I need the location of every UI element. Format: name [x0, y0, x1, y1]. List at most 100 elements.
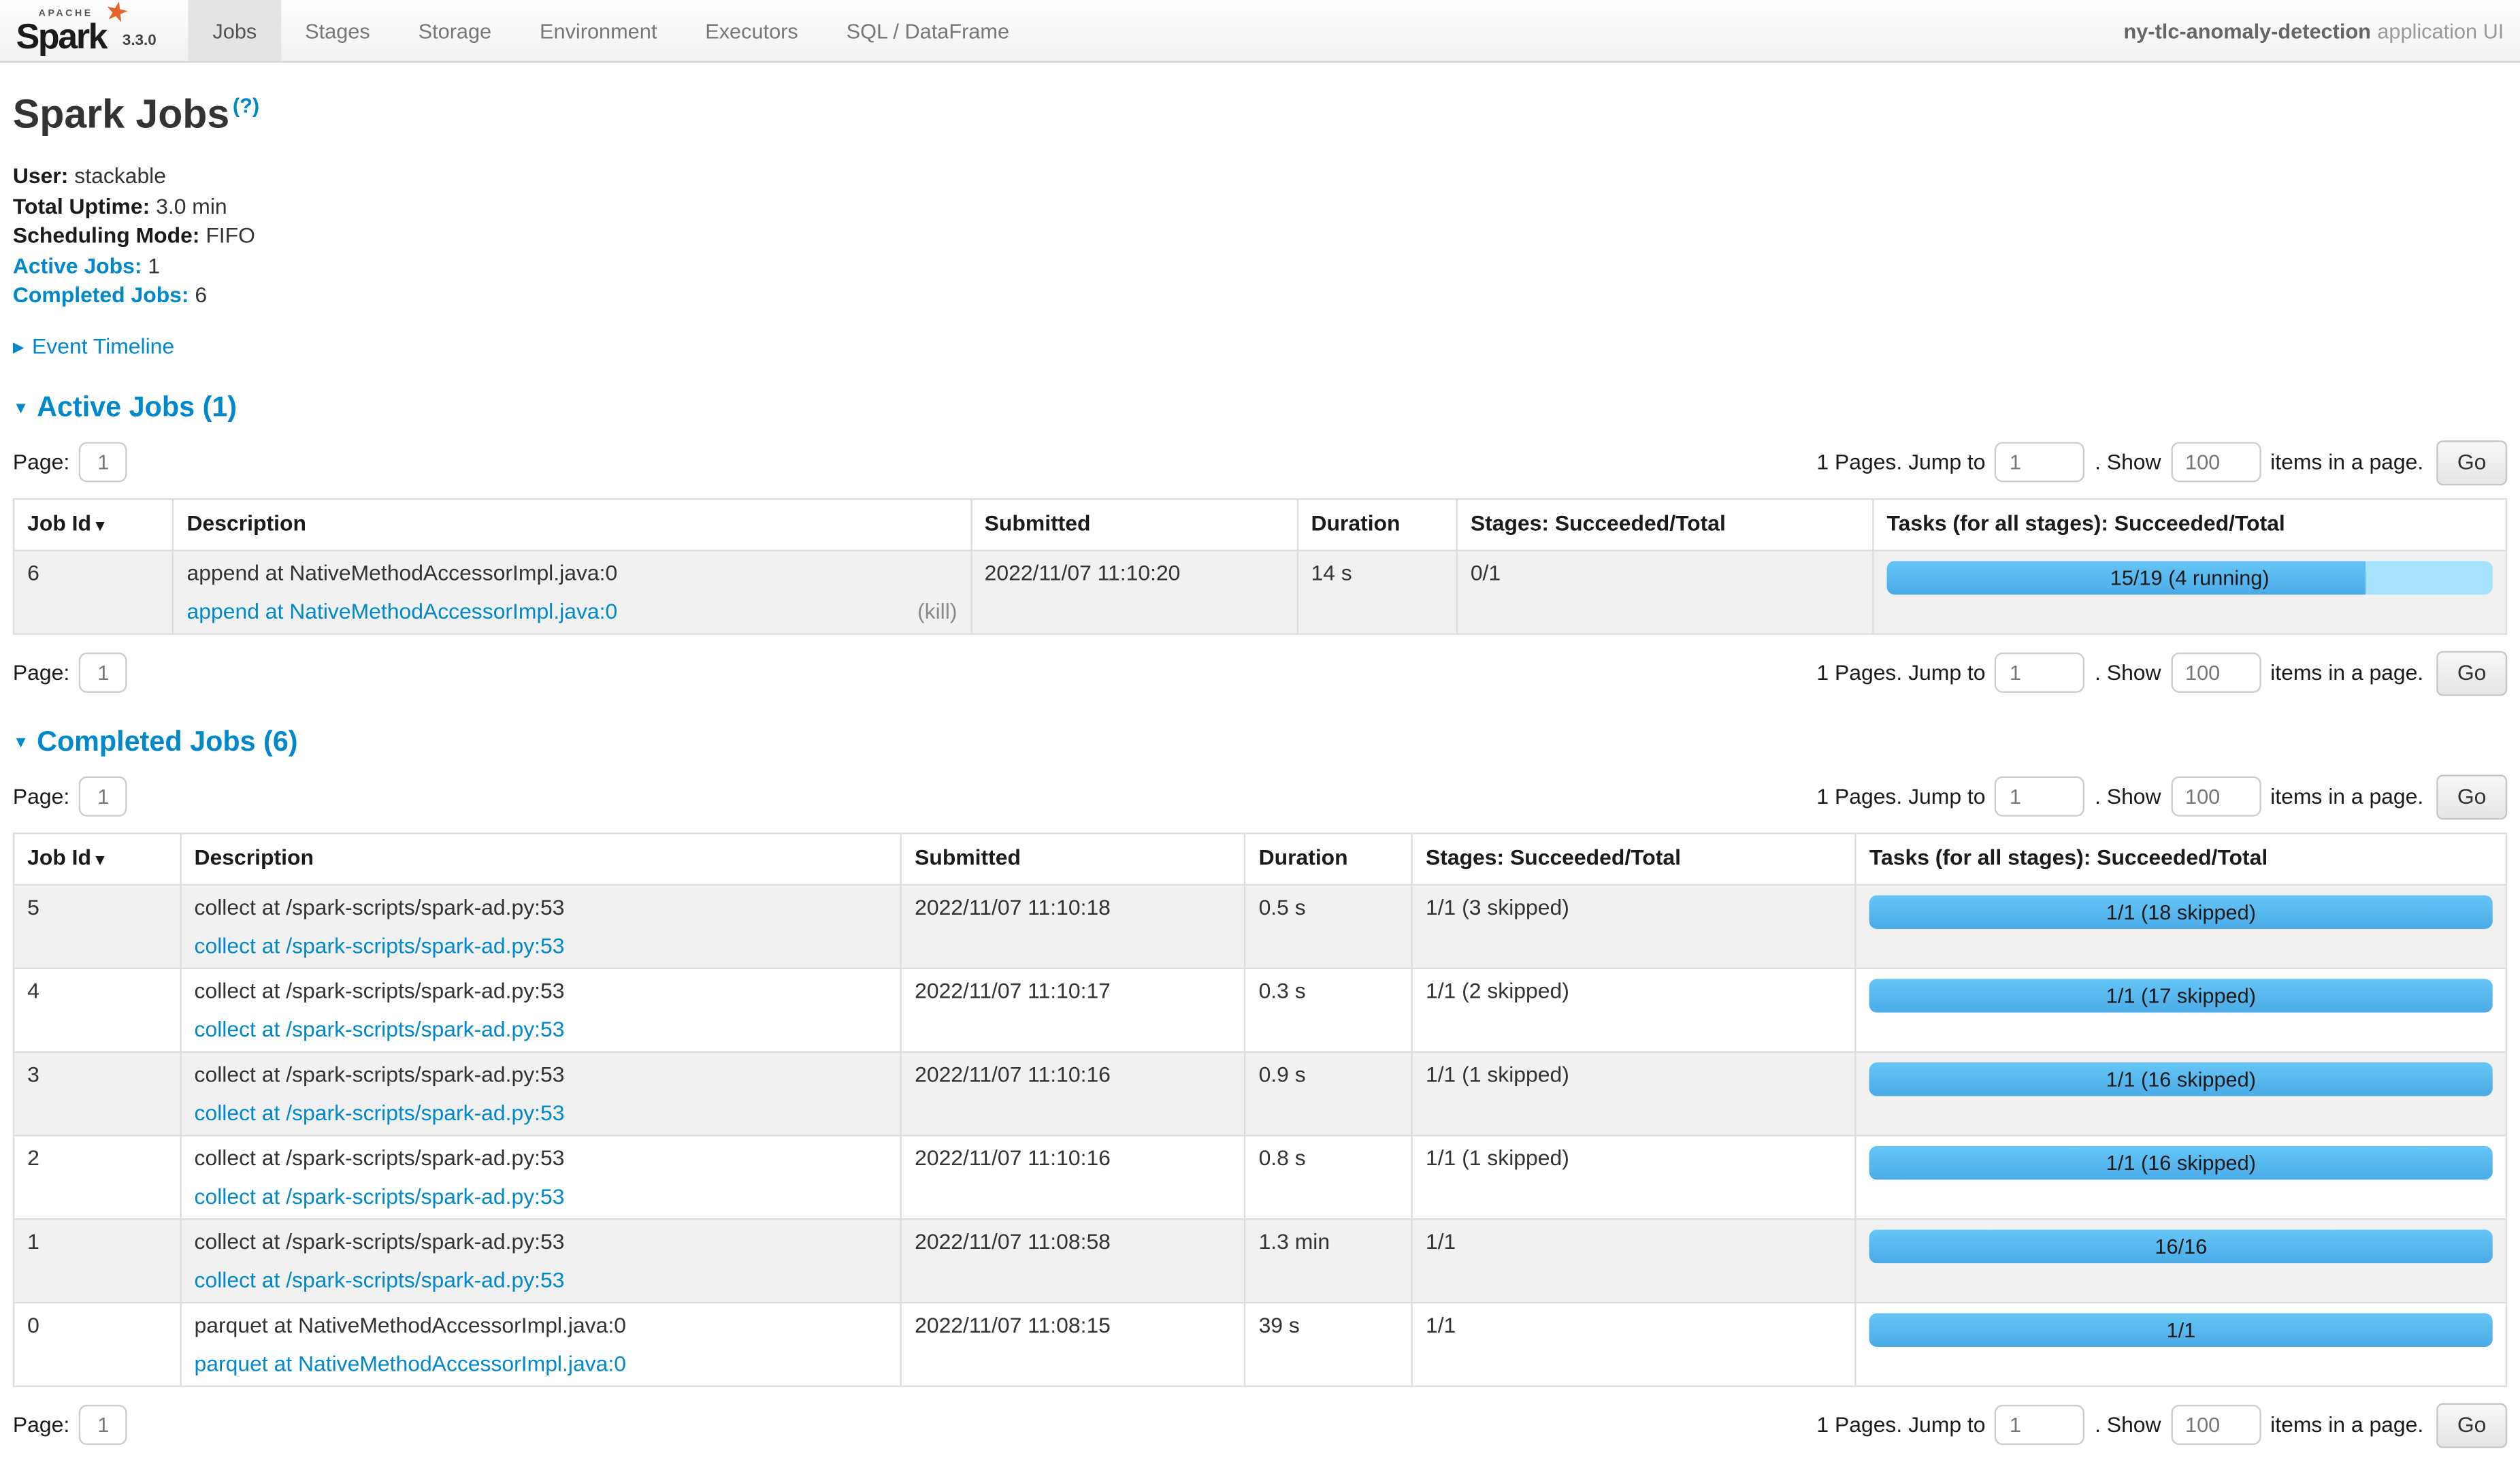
page-title-text: Spark Jobs — [13, 92, 229, 137]
page-input[interactable] — [79, 1405, 127, 1446]
job-description-link[interactable]: append at NativeMethodAccessorImpl.java:… — [187, 599, 618, 623]
job-description: append at NativeMethodAccessorImpl.java:… — [187, 561, 958, 585]
col-header-description[interactable]: Description — [173, 499, 970, 551]
go-button[interactable]: Go — [2436, 1403, 2507, 1448]
duration-cell: 0.5 s — [1245, 885, 1412, 968]
tab-sql-dataframe[interactable]: SQL / DataFrame — [822, 0, 1033, 61]
show-items-input[interactable] — [2171, 442, 2261, 483]
col-header-tasks[interactable]: Tasks (for all stages): Succeeded/Total — [1873, 499, 2506, 551]
job-id-cell: 4 — [14, 968, 180, 1052]
spark-logo[interactable]: APACHE Spark ★ 3.3.0 — [0, 0, 166, 61]
col-header-submitted[interactable]: Submitted — [971, 499, 1298, 551]
submitted-cell: 2022/11/07 11:10:17 — [901, 968, 1245, 1052]
completed-jobs-heading: Completed Jobs (6) — [37, 725, 298, 757]
page-input[interactable] — [79, 653, 127, 694]
job-id-cell: 1 — [14, 1219, 180, 1303]
help-link[interactable]: (?) — [233, 93, 259, 117]
tab-executors[interactable]: Executors — [681, 0, 822, 61]
job-description: collect at /spark-scripts/spark-ad.py:53 — [195, 1229, 887, 1253]
jump-to-input[interactable] — [1995, 653, 2085, 694]
page-label: Page: — [13, 451, 69, 474]
tasks-cell: 1/1 (17 skipped) — [1856, 968, 2506, 1052]
job-description-link[interactable]: collect at /spark-scripts/spark-ad.py:53 — [195, 1017, 565, 1041]
tasks-progress-bar: 1/1 (17 skipped) — [1869, 979, 2493, 1013]
stages-cell: 1/1 — [1412, 1303, 1856, 1386]
page-label: Page: — [13, 785, 69, 809]
active-jobs-section-toggle[interactable]: ▼Active Jobs (1) — [13, 390, 2507, 424]
submitted-cell: 2022/11/07 11:08:15 — [901, 1303, 1245, 1386]
job-description-link[interactable]: collect at /spark-scripts/spark-ad.py:53 — [195, 1101, 565, 1124]
uptime-value: 3.0 min — [156, 194, 227, 218]
show-items-input[interactable] — [2171, 653, 2261, 694]
col-header-stages[interactable]: Stages: Succeeded/Total — [1457, 499, 1873, 551]
job-description-cell: collect at /spark-scripts/spark-ad.py:53… — [180, 1052, 901, 1135]
expanded-arrow-icon: ▼ — [13, 400, 29, 418]
col-header-job-id[interactable]: Job Id▾ — [14, 499, 173, 551]
col-header-stages[interactable]: Stages: Succeeded/Total — [1412, 833, 1856, 885]
duration-cell: 14 s — [1297, 550, 1456, 634]
jump-to-input[interactable] — [1995, 777, 2085, 817]
page-input[interactable] — [79, 442, 127, 483]
table-row: 0 parquet at NativeMethodAccessorImpl.jav… — [14, 1303, 2506, 1386]
job-description-link[interactable]: collect at /spark-scripts/spark-ad.py:53 — [195, 934, 565, 958]
tasks-progress-label: 1/1 (16 skipped) — [1869, 1062, 2493, 1096]
pagination-bar: Page: 1 Pages. Jump to . Show items in a… — [13, 440, 2507, 485]
tasks-progress-label: 1/1 (17 skipped) — [1869, 979, 2493, 1013]
pagination-bar: Page: 1 Pages. Jump to . Show items in a… — [13, 651, 2507, 696]
stages-cell: 1/1 (1 skipped) — [1412, 1052, 1856, 1135]
duration-cell: 39 s — [1245, 1303, 1412, 1386]
kill-link[interactable]: (kill) — [917, 599, 957, 623]
job-id-cell: 6 — [14, 550, 173, 634]
go-button[interactable]: Go — [2436, 651, 2507, 696]
active-jobs-link[interactable]: Active Jobs: — [13, 254, 142, 278]
navbar: APACHE Spark ★ 3.3.0 Jobs Stages Storage… — [0, 0, 2520, 63]
job-description-cell: append at NativeMethodAccessorImpl.java:… — [173, 550, 970, 634]
col-header-duration[interactable]: Duration — [1297, 499, 1456, 551]
duration-cell: 0.9 s — [1245, 1052, 1412, 1135]
stages-cell: 1/1 (3 skipped) — [1412, 885, 1856, 968]
tab-stages[interactable]: Stages — [281, 0, 394, 61]
show-items-input[interactable] — [2171, 1405, 2261, 1446]
pages-info: 1 Pages. Jump to — [1816, 785, 1985, 809]
completed-jobs-section-toggle[interactable]: ▼Completed Jobs (6) — [13, 725, 2507, 759]
job-summary: User: stackable Total Uptime: 3.0 min Sc… — [13, 163, 2507, 311]
job-description-link[interactable]: collect at /spark-scripts/spark-ad.py:53 — [195, 1184, 565, 1208]
tasks-progress-bar: 15/19 (4 running) — [1887, 561, 2493, 595]
job-description-line2: parquet at NativeMethodAccessorImpl.java… — [195, 1352, 887, 1375]
col-header-duration[interactable]: Duration — [1245, 833, 1412, 885]
show-items-input[interactable] — [2171, 777, 2261, 817]
scheduling-mode-value: FIFO — [206, 224, 255, 248]
pages-info: 1 Pages. Jump to — [1816, 451, 1985, 474]
job-id-cell: 0 — [14, 1303, 180, 1386]
table-row: 3collect at /spark-scripts/spark-ad.py:5… — [14, 1052, 2506, 1135]
tab-jobs[interactable]: Jobs — [189, 0, 281, 61]
uptime-label: Total Uptime: — [13, 194, 150, 218]
tab-environment[interactable]: Environment — [516, 0, 681, 61]
show-label: . Show — [2095, 785, 2161, 809]
go-button[interactable]: Go — [2436, 775, 2507, 819]
col-header-submitted[interactable]: Submitted — [901, 833, 1245, 885]
job-description-cell: collect at /spark-scripts/spark-ad.py:53… — [180, 1135, 901, 1219]
col-header-job-id[interactable]: Job Id▾ — [14, 833, 180, 885]
job-id-cell: 5 — [14, 885, 180, 968]
jump-to-input[interactable] — [1995, 442, 2085, 483]
submitted-cell: 2022/11/07 11:08:58 — [901, 1219, 1245, 1303]
job-description-link[interactable]: collect at /spark-scripts/spark-ad.py:53 — [195, 1268, 565, 1292]
tab-storage[interactable]: Storage — [394, 0, 515, 61]
event-timeline-toggle[interactable]: ▶Event Timeline — [13, 334, 2507, 358]
jump-to-input[interactable] — [1995, 1405, 2085, 1446]
page-input[interactable] — [79, 777, 127, 817]
tasks-progress-bar: 1/1 (18 skipped) — [1869, 895, 2493, 929]
active-jobs-count: 1 — [148, 254, 160, 278]
go-button[interactable]: Go — [2436, 440, 2507, 485]
col-header-description[interactable]: Description — [180, 833, 901, 885]
completed-jobs-link[interactable]: Completed Jobs: — [13, 283, 189, 307]
job-description-line2: collect at /spark-scripts/spark-ad.py:53 — [195, 1101, 887, 1124]
items-label: items in a page. — [2270, 1414, 2423, 1437]
show-label: . Show — [2095, 1414, 2161, 1437]
col-header-tasks[interactable]: Tasks (for all stages): Succeeded/Total — [1856, 833, 2506, 885]
col-header-job-id-text: Job Id — [27, 845, 91, 869]
job-description-link[interactable]: parquet at NativeMethodAccessorImpl.java… — [195, 1352, 626, 1375]
tasks-progress-label: 15/19 (4 running) — [1887, 561, 2493, 595]
job-description-line2: collect at /spark-scripts/spark-ad.py:53 — [195, 1268, 887, 1292]
